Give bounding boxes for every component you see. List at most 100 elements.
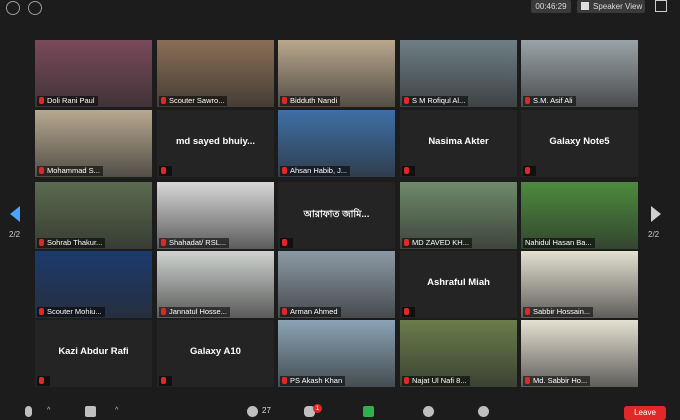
muted-mic-icon (39, 167, 44, 174)
muted-mic-icon (39, 97, 44, 104)
participant-name-tag: S.M. Asif Ali (523, 96, 576, 106)
security-shield-icon[interactable] (28, 1, 42, 15)
previous-page-arrow-icon[interactable] (10, 206, 20, 222)
muted-mic-icon (404, 239, 409, 246)
video-options-chevron-icon[interactable]: ^ (115, 407, 118, 414)
participant-name: Jannatul Hosse... (169, 307, 227, 316)
participant-tile[interactable]: Doli Rani Paul (35, 40, 152, 107)
participant-tile[interactable]: Bidduth Nandi (278, 40, 395, 107)
top-bar: 00:46:29 Speaker View (0, 0, 680, 18)
participant-tile[interactable]: Najat Ul Nafi 8... (400, 320, 517, 387)
participant-tile[interactable]: Jannatul Hosse... (157, 251, 274, 318)
participant-tile[interactable]: Galaxy Note5 (521, 110, 638, 177)
participant-name-tag (37, 376, 50, 386)
video-off-icon[interactable] (85, 406, 96, 417)
participant-name: Md. Sabbir Ho... (533, 376, 588, 385)
participant-name-tag (280, 238, 293, 248)
muted-mic-icon (39, 308, 44, 315)
muted-mic-icon (525, 97, 530, 104)
record-icon[interactable] (423, 406, 434, 417)
muted-mic-icon (282, 308, 287, 315)
participant-display-name: Galaxy Note5 (549, 136, 610, 147)
participant-display-name: md sayed bhuiy... (175, 136, 255, 147)
participant-name: Sohrab Thakur... (47, 238, 103, 247)
participant-name: Bidduth Nandi (290, 96, 338, 105)
participant-name-tag: Mohammad S... (37, 166, 103, 176)
muted-mic-icon (404, 377, 409, 384)
participant-tile[interactable]: Md. Sabbir Ho... (521, 320, 638, 387)
next-page-arrow-icon[interactable] (651, 206, 661, 222)
participant-name-tag: S M Rofiqul Al... (402, 96, 469, 106)
participant-tile[interactable]: Scouter Mohiu... (35, 251, 152, 318)
participant-tile[interactable]: Nasima Akter (400, 110, 517, 177)
participant-display-name: Galaxy A10 (190, 346, 241, 357)
muted-mic-icon (161, 308, 166, 315)
participant-name-tag: MD ZAVED KH... (402, 238, 472, 248)
participant-tile[interactable]: md sayed bhuiy... (157, 110, 274, 177)
participant-name-tag: Bidduth Nandi (280, 96, 341, 106)
audio-options-chevron-icon[interactable]: ^ (47, 407, 50, 414)
participant-name: Scouter Sawro... (169, 96, 225, 105)
share-screen-icon[interactable] (363, 406, 374, 417)
muted-mic-icon (161, 97, 166, 104)
participant-name-tag (523, 166, 536, 176)
participant-name-tag: Scouter Mohiu... (37, 307, 105, 317)
participants-count: 27 (262, 406, 271, 415)
participant-name: Mohammad S... (47, 166, 100, 175)
leave-button[interactable]: Leave (624, 406, 666, 420)
participant-tile[interactable]: Arman Ahmed (278, 251, 395, 318)
participant-name-tag: Jannatul Hosse... (159, 307, 230, 317)
participants-icon[interactable] (247, 406, 258, 417)
participant-tile[interactable]: আরাফাত জামি... (278, 182, 395, 249)
participant-name-tag (402, 166, 415, 176)
reactions-icon[interactable] (478, 406, 489, 417)
participant-name: Nahidul Hasan Ba... (525, 238, 592, 247)
muted-mic-icon (161, 377, 166, 384)
muted-mic-icon (404, 308, 409, 315)
participant-tile[interactable]: Sohrab Thakur... (35, 182, 152, 249)
participant-display-name: Ashraful Miah (427, 277, 490, 288)
muted-mic-icon (39, 377, 44, 384)
participant-tile[interactable]: Nahidul Hasan Ba... (521, 182, 638, 249)
muted-mic-icon (404, 97, 409, 104)
participant-tile[interactable]: MD ZAVED KH... (400, 182, 517, 249)
meeting-toolbar: ^ ^ 27 1 Leave (0, 404, 680, 420)
participant-tile[interactable]: S.M. Asif Ali (521, 40, 638, 107)
participant-name-tag (159, 376, 172, 386)
muted-mic-icon (282, 239, 287, 246)
speaker-view-button[interactable]: Speaker View (577, 0, 645, 13)
participant-name: Sabbir Hossain... (533, 307, 591, 316)
muted-mic-icon (525, 167, 530, 174)
participant-display-name: Nasima Akter (428, 136, 489, 147)
participant-tile[interactable]: Kazi Abdur Rafi (35, 320, 152, 387)
page-indicator-left: 2/2 (9, 230, 21, 239)
participant-tile[interactable]: Shahadat/ RSL... (157, 182, 274, 249)
muted-mic-icon (525, 308, 530, 315)
participant-name: PS Akash Khan (290, 376, 343, 385)
chat-unread-badge: 1 (313, 404, 322, 413)
participant-tile[interactable]: Ashraful Miah (400, 251, 517, 318)
participant-tile[interactable]: Ahsan Habib, J... (278, 110, 395, 177)
participant-tile[interactable]: Sabbir Hossain... (521, 251, 638, 318)
muted-mic-icon (161, 239, 166, 246)
participant-name: Doli Rani Paul (47, 96, 95, 105)
participant-name-tag: Arman Ahmed (280, 307, 341, 317)
fullscreen-icon[interactable] (655, 0, 667, 12)
participant-name-tag (159, 166, 172, 176)
muted-mic-icon (525, 377, 530, 384)
meeting-timer: 00:46:29 (531, 0, 571, 13)
participant-tile[interactable]: Scouter Sawro... (157, 40, 274, 107)
participant-tile[interactable]: Galaxy A10 (157, 320, 274, 387)
page-indicator-right: 2/2 (648, 230, 660, 239)
participant-name-tag: Ahsan Habib, J... (280, 166, 351, 176)
info-icon[interactable] (6, 1, 20, 15)
participant-name: S.M. Asif Ali (533, 96, 573, 105)
participant-name: Najat Ul Nafi 8... (412, 376, 467, 385)
participant-tile[interactable]: Mohammad S... (35, 110, 152, 177)
participant-name-tag (402, 307, 415, 317)
participant-name-tag: Md. Sabbir Ho... (523, 376, 591, 386)
participant-name-tag: Doli Rani Paul (37, 96, 98, 106)
participant-tile[interactable]: S M Rofiqul Al... (400, 40, 517, 107)
participant-tile[interactable]: PS Akash Khan (278, 320, 395, 387)
microphone-icon[interactable] (25, 406, 32, 417)
